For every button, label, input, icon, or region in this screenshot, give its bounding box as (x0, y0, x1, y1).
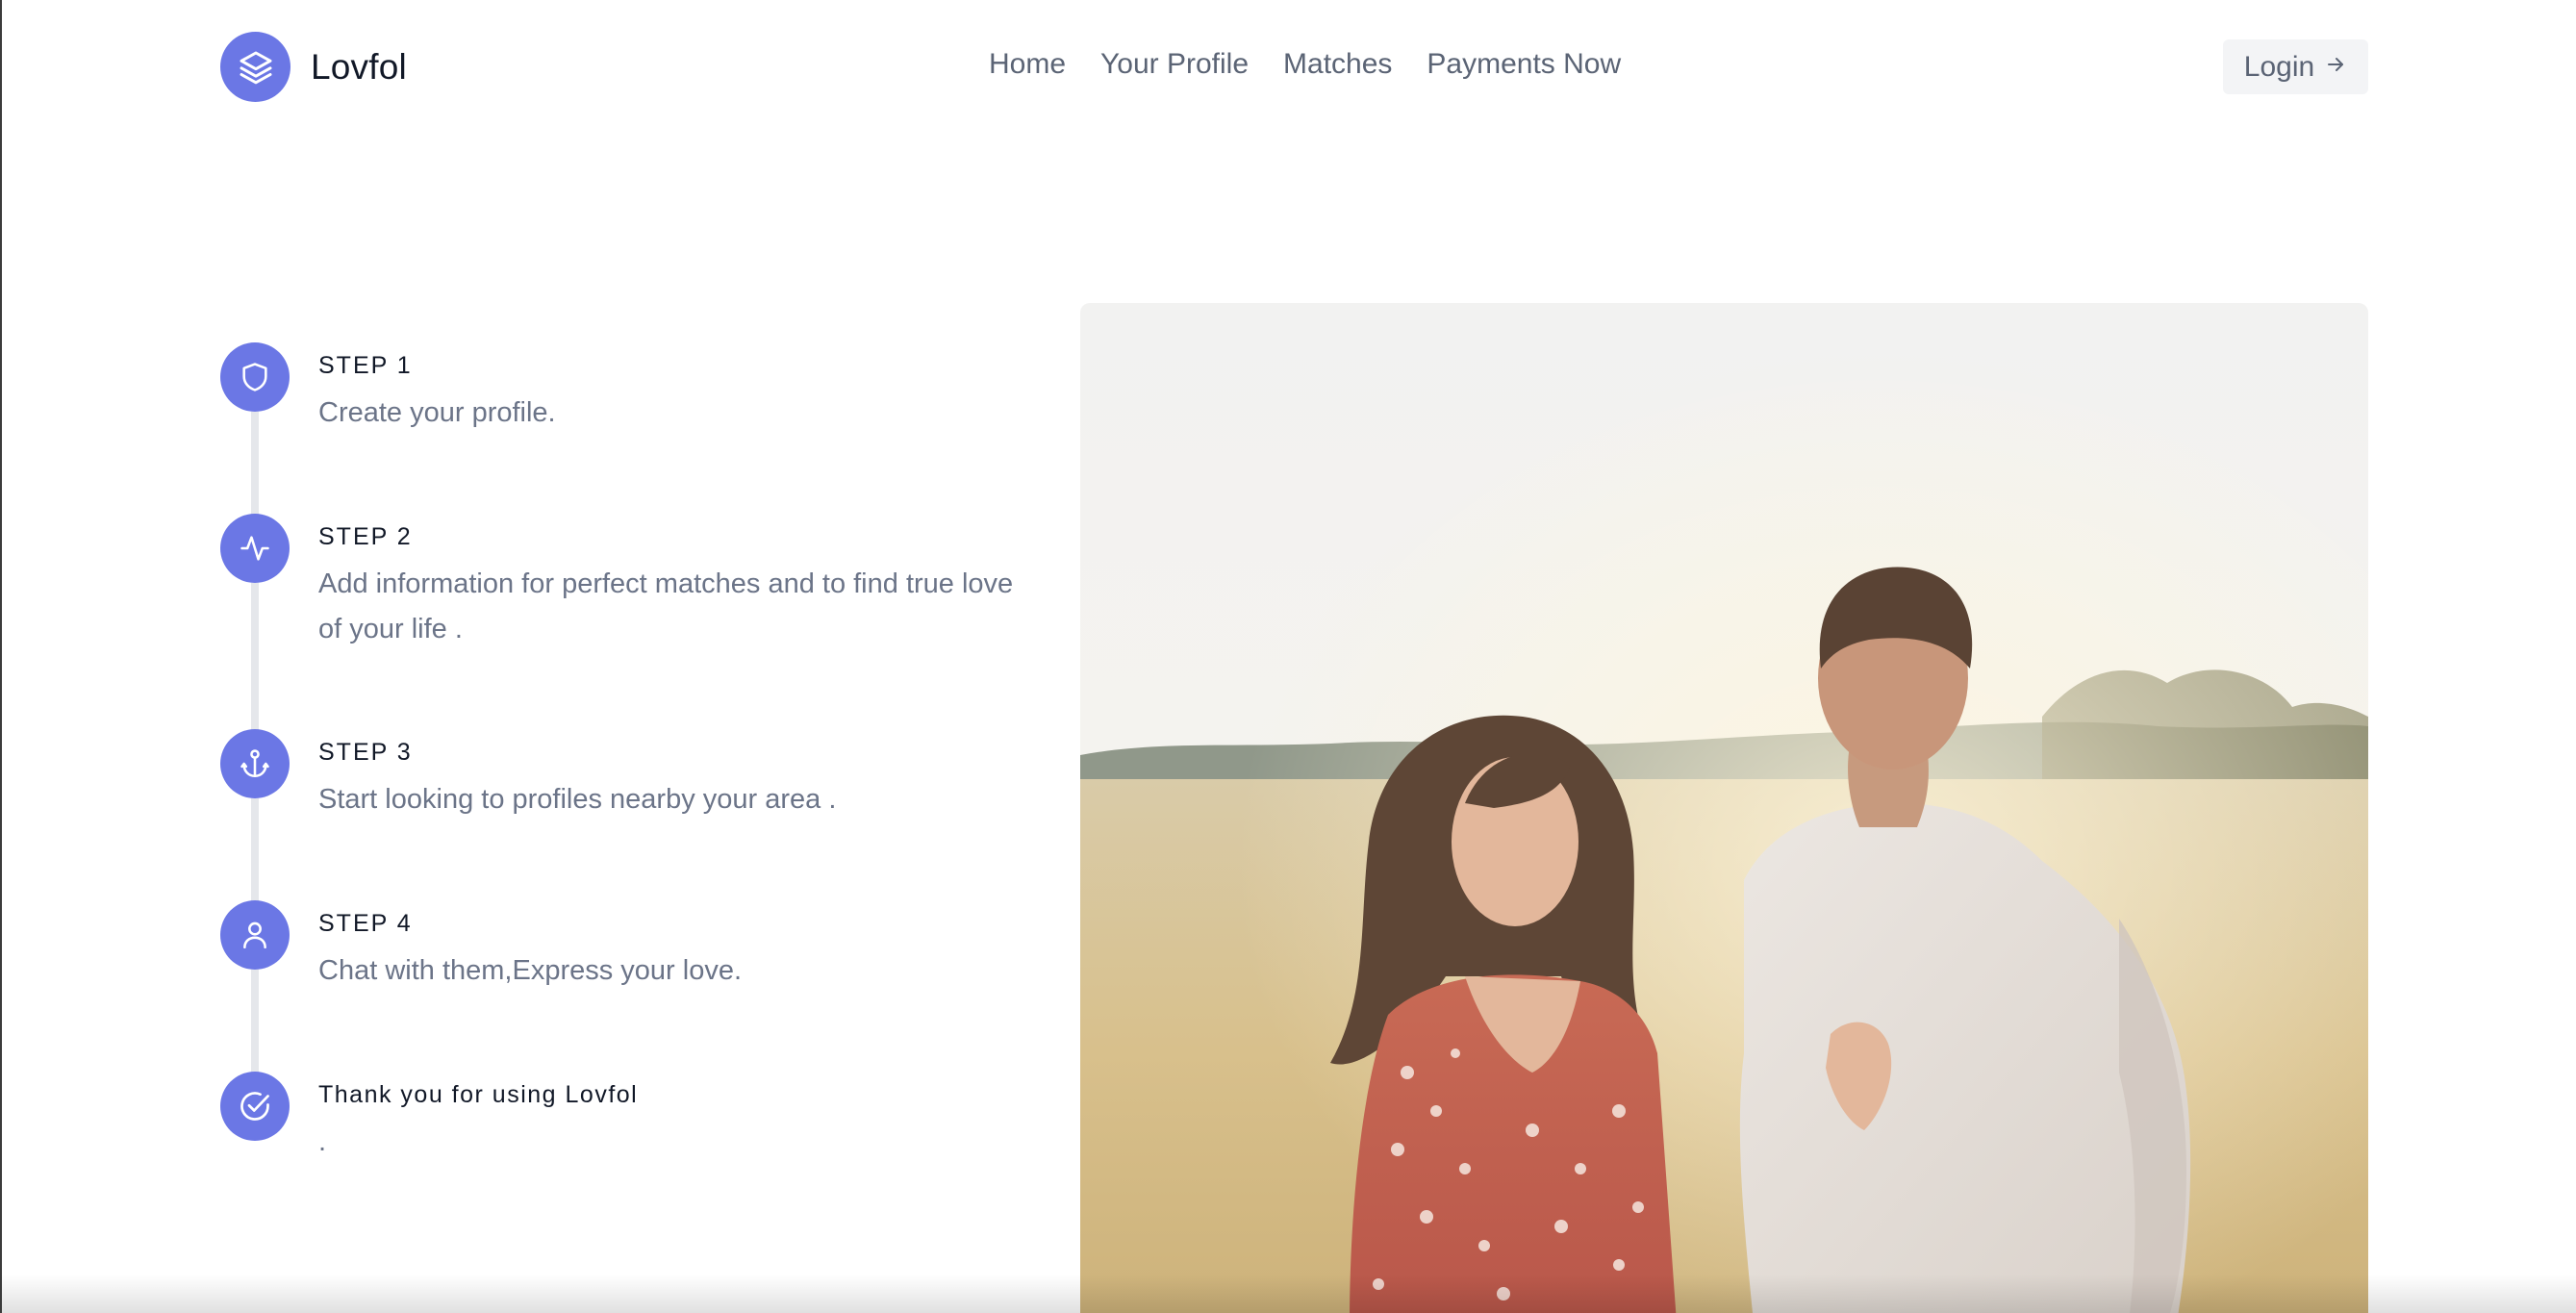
login-button[interactable]: Login (2223, 39, 2368, 94)
activity-pulse-icon (220, 514, 290, 583)
step-description: Chat with them,Express your love. (318, 955, 743, 986)
nav-home[interactable]: Home (989, 48, 1066, 81)
step-connector (251, 412, 259, 514)
nav-payments-now[interactable]: Payments Now (1427, 48, 1621, 81)
step-description: Start looking to profiles nearby your ar… (318, 784, 837, 815)
nav-your-profile[interactable]: Your Profile (1100, 48, 1249, 81)
step-description: . (318, 1126, 327, 1157)
step-item: STEP 4 Chat with them,Express your love. (220, 900, 1019, 1072)
step-connector (251, 798, 259, 900)
step-connector (251, 583, 259, 729)
arrow-right-icon (2324, 51, 2347, 84)
stack-layers-icon (220, 32, 290, 102)
main-nav: Home Your Profile Matches Payments Now (989, 48, 1621, 81)
step-title: Thank you for using Lovfol (318, 1081, 639, 1108)
login-label: Login (2243, 50, 2315, 83)
step-title: STEP 2 (318, 523, 413, 550)
nav-matches[interactable]: Matches (1283, 48, 1392, 81)
step-connector (251, 970, 259, 1072)
step-item: STEP 2 Add information for perfect match… (220, 514, 1019, 729)
page: Lovfol Home Your Profile Matches Payment… (0, 0, 2576, 1313)
user-icon (220, 900, 290, 970)
step-item: STEP 3 Start looking to profiles nearby … (220, 729, 1019, 900)
shield-icon (220, 342, 290, 412)
anchor-icon (220, 729, 290, 798)
brand-name: Lovfol (311, 46, 407, 87)
couple-photo (1080, 303, 2368, 1313)
check-circle-icon (220, 1072, 290, 1141)
step-item: Thank you for using Lovfol . (220, 1072, 1019, 1206)
step-title: STEP 4 (318, 910, 413, 937)
step-title: STEP 1 (318, 352, 413, 379)
brand[interactable]: Lovfol (220, 32, 407, 102)
step-title: STEP 3 (318, 739, 413, 766)
site-header: Lovfol Home Your Profile Matches Payment… (2, 0, 2576, 135)
step-description: Create your profile. (318, 397, 556, 428)
step-description: Add information for perfect matches and … (318, 568, 1014, 644)
step-item: STEP 1 Create your profile. (220, 342, 1019, 514)
